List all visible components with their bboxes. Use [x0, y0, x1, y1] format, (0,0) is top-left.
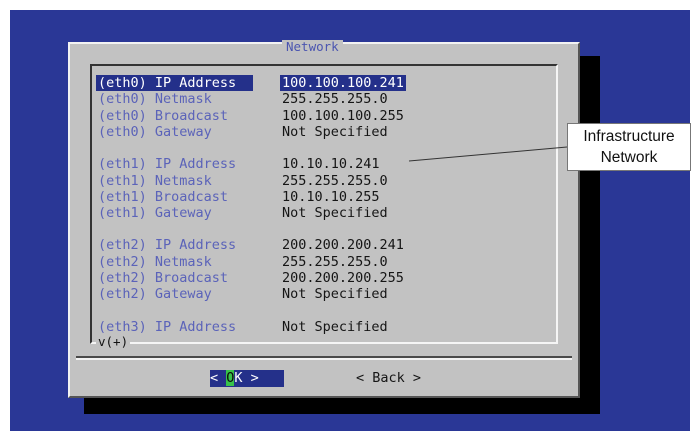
callout-line-2: Network	[600, 149, 658, 166]
infrastructure-network-callout: Infrastructure Network	[567, 123, 691, 171]
callout-line-1: Infrastructure	[583, 128, 675, 145]
callout-leader-line	[408, 146, 568, 162]
